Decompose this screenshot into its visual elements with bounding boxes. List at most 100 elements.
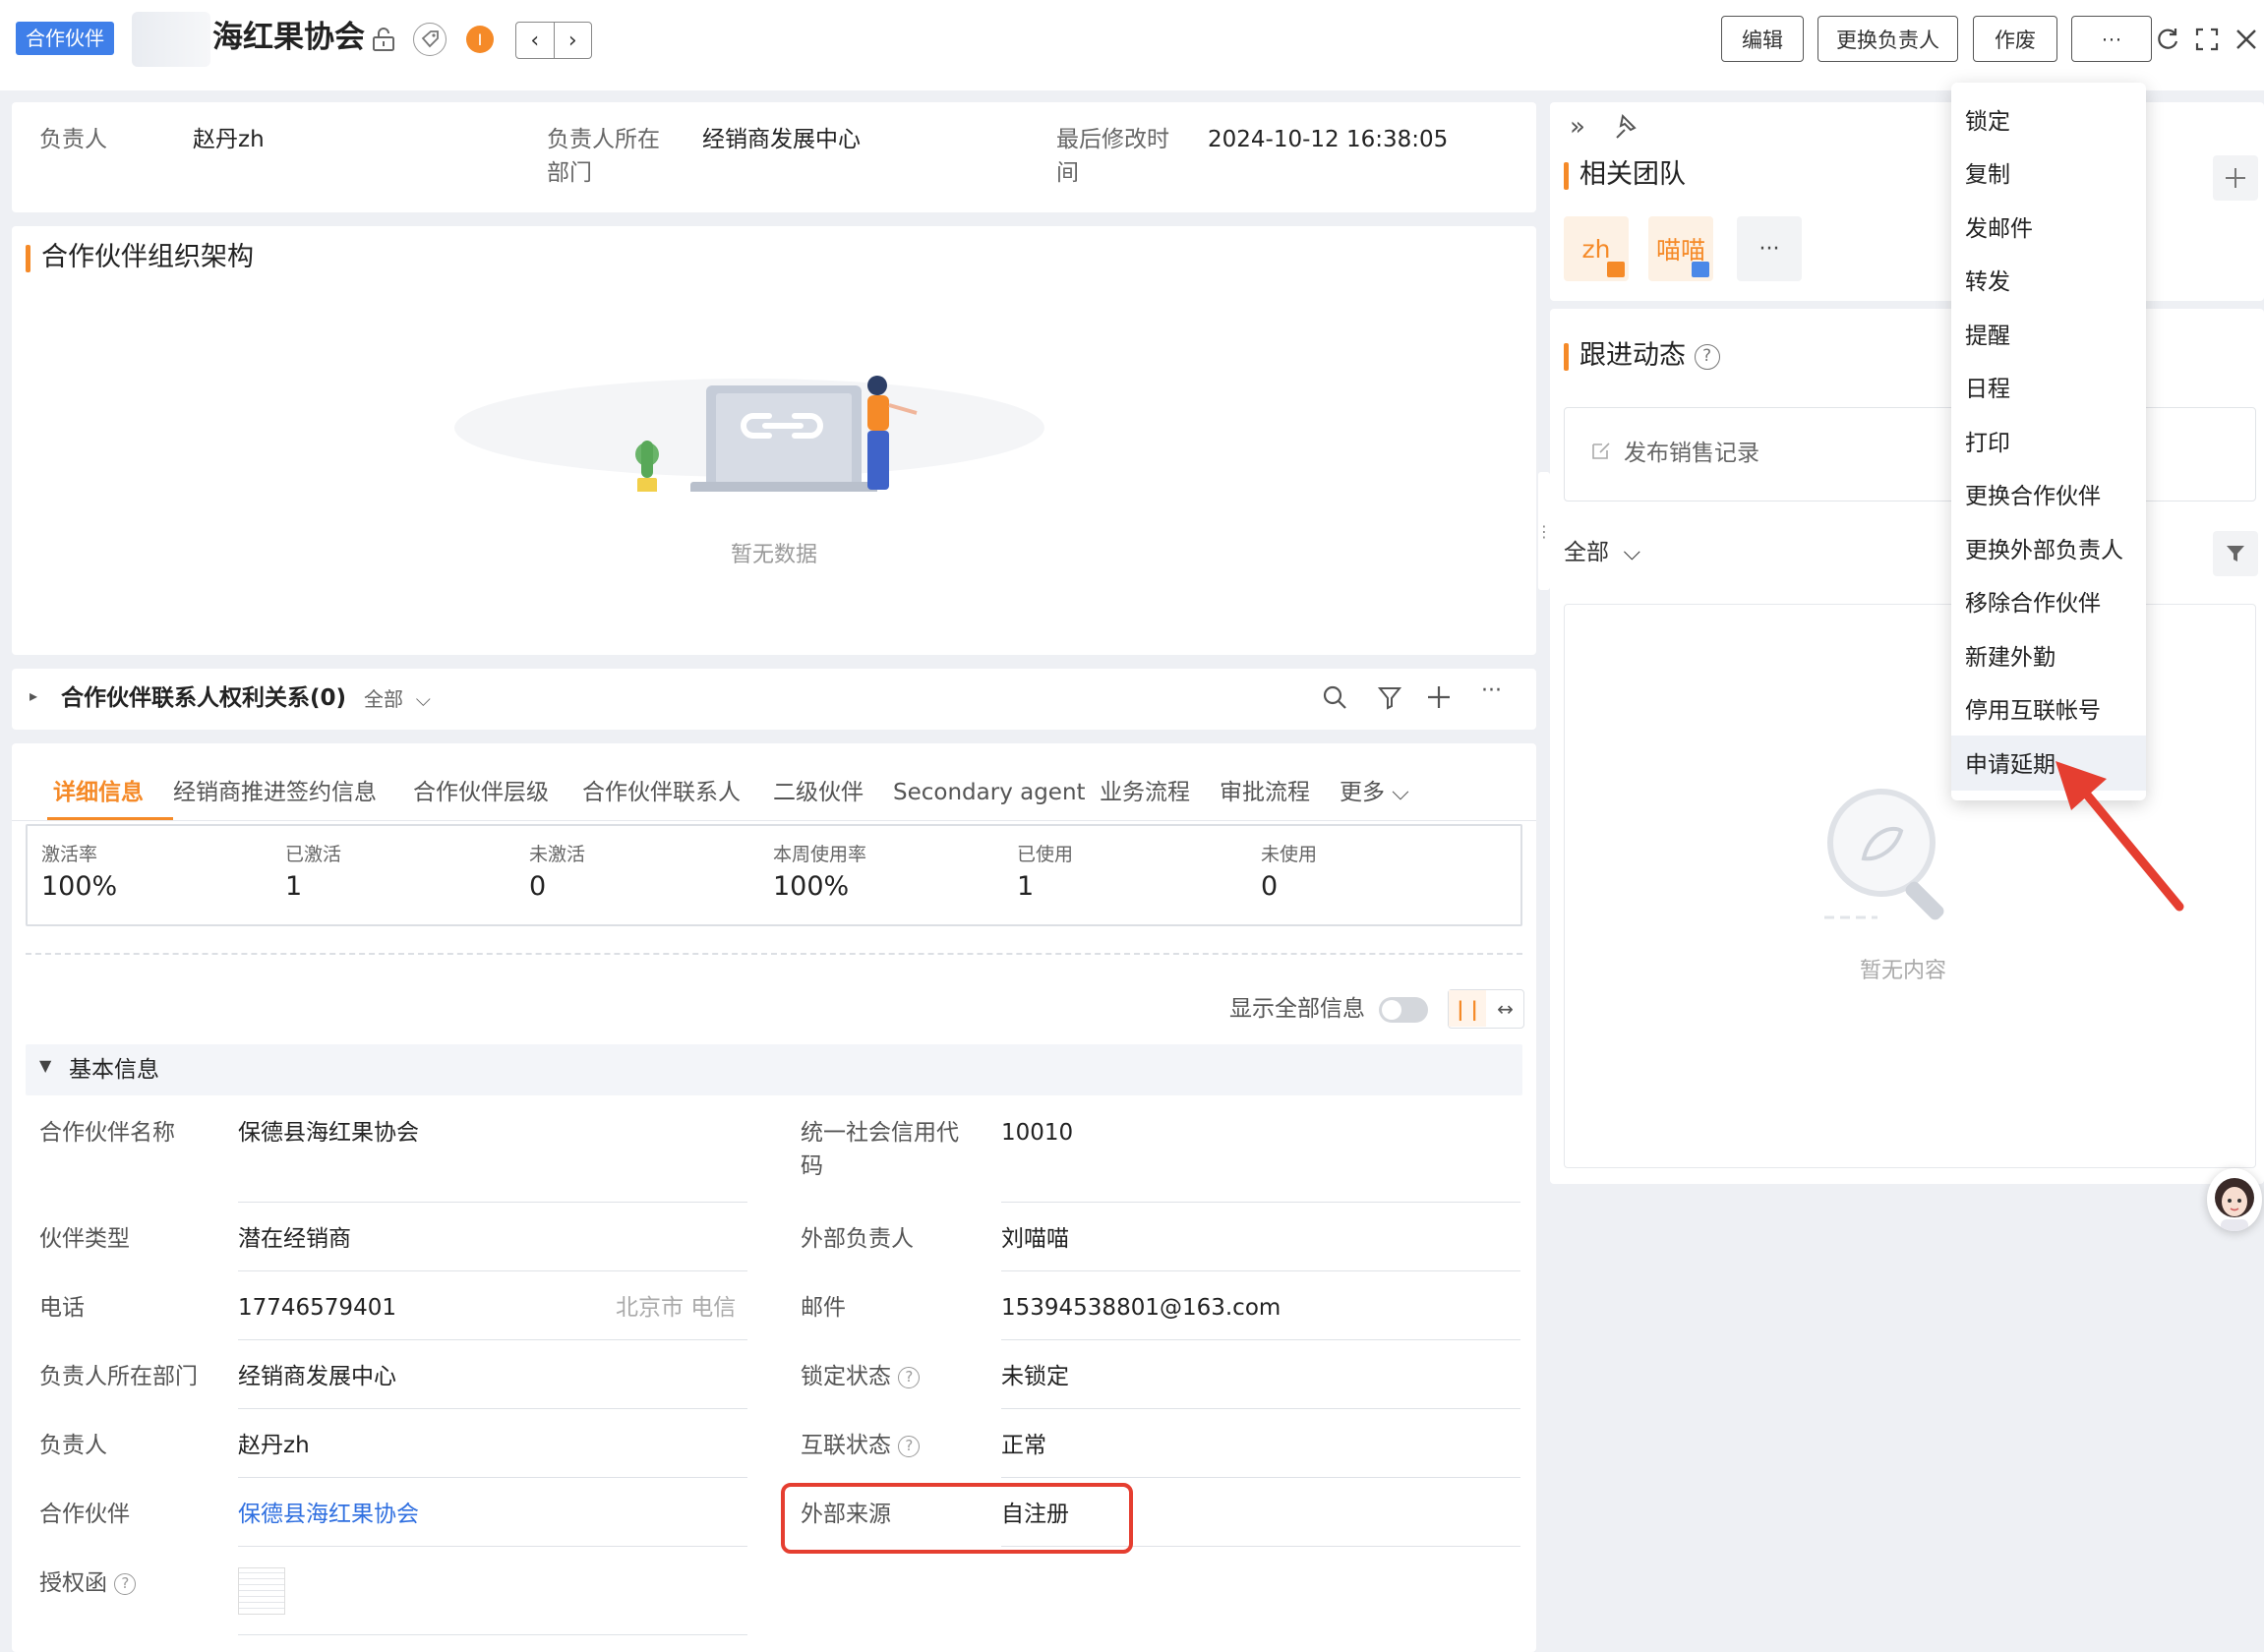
panel-resize-handle[interactable]: ⋮ [1536,472,1552,590]
modified-label-line2: 间 [1056,160,1079,186]
chevron-left-icon[interactable]: ‹ [516,23,554,58]
dept-value: 经销商发展中心 [702,127,861,152]
expand-caret-icon[interactable]: ▸ [30,686,37,705]
menu-item-send-email[interactable]: 发邮件 [1965,211,2033,247]
credit-code-value: 10010 [1001,1120,1074,1146]
add-icon[interactable] [1424,682,1454,718]
phone-label: 电话 [39,1295,85,1321]
stats-panel: 激活率 100% 已激活 1 未激活 0 本周使用率 100% 已使用 1 未使… [26,824,1522,926]
dept-value: 经销商发展中心 [238,1364,396,1389]
relation-filter-label: 全部 [364,687,403,711]
stat-value: 100% [773,871,850,902]
menu-item-forward[interactable]: 转发 [1965,265,2010,300]
help-icon[interactable]: ? [1694,343,1720,370]
column-layout-icon[interactable]: | | [1449,990,1486,1027]
help-icon[interactable]: ? [114,1572,137,1595]
followup-filter[interactable]: 全部 ⌵ [1564,535,1640,570]
add-member-icon[interactable] [2213,155,2258,201]
tag-icon[interactable] [413,23,447,56]
tab-secondary-partner[interactable]: 二级伙伴 [773,771,864,814]
chevron-right-icon[interactable]: › [553,23,592,58]
pin-icon[interactable] [1613,112,1642,148]
dept-label-line2: 部门 [547,160,592,186]
relation-filter[interactable]: 全部 ⌵ [364,682,431,716]
phone-region: 北京市 电信 [616,1295,737,1321]
unlock-icon[interactable] [366,22,401,57]
field-underline [238,1477,747,1478]
stat-label: 未使用 [1261,844,1318,865]
owner-label: 负责人 [39,127,107,152]
refresh-icon[interactable] [2150,22,2185,57]
tab-detail[interactable]: 详细信息 [53,771,144,814]
change-owner-button[interactable]: 更换负责人 [1817,16,1958,62]
interconnect-status-label: 互联状态 ? [801,1428,921,1463]
menu-item-disable-interconnect-account[interactable]: 停用互联帐号 [1965,693,2101,729]
menu-item-lock[interactable]: 锁定 [1965,104,2010,140]
filter-icon[interactable] [2213,531,2258,576]
field-underline [238,1270,747,1271]
show-all-toggle[interactable] [1379,997,1428,1023]
tab-secondary-agent[interactable]: Secondary agent [893,771,1086,814]
void-button[interactable]: 作废 [1973,16,2057,62]
help-icon[interactable]: ? [898,1366,921,1388]
basic-info-title: 基本信息 [69,1057,159,1083]
stat-label: 已使用 [1017,844,1074,865]
auth-letter-thumbnail[interactable] [238,1567,285,1615]
menu-item-print[interactable]: 打印 [1965,426,2010,461]
tab-approval-flow[interactable]: 审批流程 [1220,771,1310,814]
expand-width-icon[interactable]: ↔ [1487,990,1523,1027]
search-icon[interactable] [1320,682,1349,718]
owner-summary-card: 负责人 赵丹zh 负责人所在 部门 经销商发展中心 最后修改时 间 2024-1… [12,102,1536,212]
partner-name-label: 合作伙伴名称 [39,1120,175,1146]
fullscreen-icon[interactable] [2189,22,2225,57]
followup-title: 跟进动态 ? [1564,338,1720,374]
tab-partner-level[interactable]: 合作伙伴层级 [413,771,549,814]
org-structure-title: 合作伙伴组织架构 [26,240,254,275]
partner-link[interactable]: 保德县海红果协会 [238,1497,419,1532]
team-member-avatar[interactable]: 喵喵 [1648,216,1713,281]
help-icon[interactable]: ? [898,1435,921,1457]
chevron-down-icon: ⌵ [1616,540,1641,565]
owner-value: 赵丹zh [238,1433,310,1458]
menu-item-apply-extension[interactable]: 申请延期 [1965,747,2055,783]
field-underline [238,1408,747,1409]
team-member-avatar[interactable]: zh [1564,216,1629,281]
menu-item-change-partner[interactable]: 更换合作伙伴 [1965,479,2101,514]
close-icon[interactable] [2229,22,2264,57]
edit-button[interactable]: 编辑 [1721,16,1804,62]
team-more-button[interactable]: ··· [1737,216,1802,281]
assistant-avatar[interactable] [2207,1168,2262,1231]
menu-item-schedule[interactable]: 日程 [1965,372,2010,407]
tab-partner-contacts[interactable]: 合作伙伴联系人 [582,771,741,814]
partner-name-value: 保德县海红果协会 [238,1120,419,1146]
menu-item-reminder[interactable]: 提醒 [1965,319,2010,354]
tab-signing-info[interactable]: 经销商推进签约信息 [173,771,377,814]
menu-item-change-external-owner[interactable]: 更换外部负责人 [1965,533,2123,568]
stat-value: 1 [1017,871,1035,902]
field-underline [238,1202,747,1203]
stat-label: 本周使用率 [773,844,867,865]
collapse-panel-icon[interactable]: » [1570,112,1585,142]
page-header: 合作伙伴 海红果协会 I ‹ › 编辑 更换负责人 作废 ··· [0,0,2264,90]
tab-more[interactable]: 更多 ⌵ [1340,771,1409,814]
more-button[interactable]: ··· [2071,16,2152,62]
field-underline [1001,1477,1520,1478]
basic-info-header[interactable]: ▼ 基本信息 [26,1044,1522,1095]
field-underline [1001,1408,1520,1409]
page-title: 海红果协会 [212,20,365,55]
followup-card: 跟进动态 ? 发布销售记录 全部 ⌵ 暂无内容 [1550,309,2264,1184]
credit-code-label-line1: 统一社会信用代 [801,1120,959,1146]
modified-label-line1: 最后修改时 [1056,127,1169,152]
related-team-card: » 相关团队 zh 喵喵 ··· [1550,102,2264,301]
more-icon[interactable]: ··· [1481,678,1502,703]
menu-item-new-field-work[interactable]: 新建外勤 [1965,640,2055,676]
menu-item-remove-partner[interactable]: 移除合作伙伴 [1965,586,2101,621]
owner-value: 赵丹zh [193,127,265,152]
tab-business-flow[interactable]: 业务流程 [1100,771,1190,814]
publish-record-input[interactable]: 发布销售记录 [1564,407,2256,502]
interconnect-status-label-text: 互联状态 [801,1433,891,1458]
collapse-caret-icon: ▼ [39,1056,52,1075]
filter-icon[interactable] [1375,682,1404,718]
menu-item-copy[interactable]: 复制 [1965,157,2010,193]
ext-owner-label: 外部负责人 [801,1226,914,1252]
